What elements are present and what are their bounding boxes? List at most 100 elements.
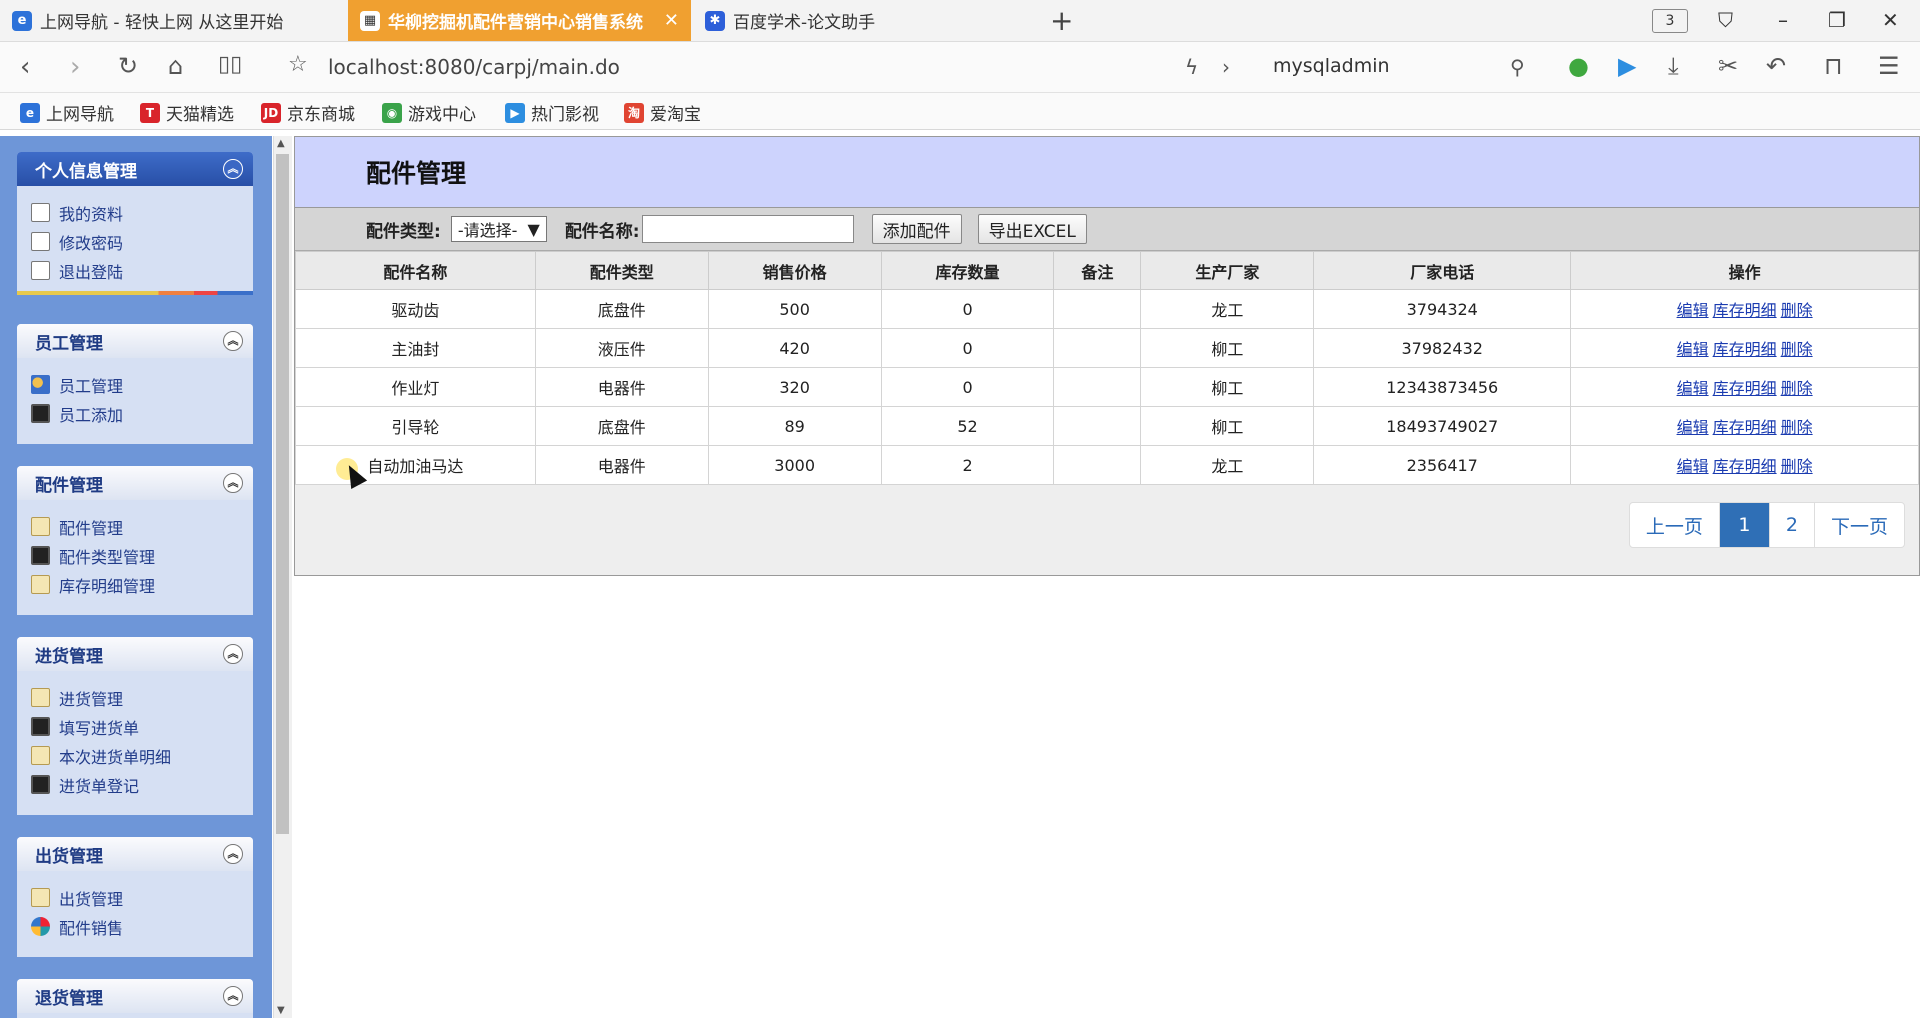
bookmark-star-icon[interactable]: ☆: [288, 52, 308, 77]
new-tab-icon[interactable]: +: [1050, 4, 1073, 37]
nav-purchase-manage[interactable]: 进货管理: [17, 683, 253, 712]
next-page-button[interactable]: 下一页: [1813, 503, 1904, 547]
delete-link[interactable]: 删除: [1781, 418, 1813, 437]
nav-logout[interactable]: 退出登陆: [17, 256, 253, 285]
nav-parts-type[interactable]: 配件类型管理: [17, 541, 253, 570]
nav-stock-detail[interactable]: 库存明细管理: [17, 570, 253, 599]
stock-detail-link[interactable]: 库存明细: [1713, 457, 1777, 476]
tab-count-badge[interactable]: 3: [1652, 9, 1688, 33]
panel-header[interactable]: 员工管理 ︽: [17, 324, 253, 358]
undo-icon[interactable]: ↶: [1766, 52, 1786, 80]
edit-link[interactable]: 编辑: [1677, 418, 1709, 437]
refresh-icon[interactable]: ↻: [118, 52, 138, 80]
lightning-icon[interactable]: ϟ: [1185, 55, 1198, 79]
panel-stripe: [17, 291, 253, 295]
nav-my-profile[interactable]: 我的资料: [17, 198, 253, 227]
edit-link[interactable]: 编辑: [1677, 379, 1709, 398]
collapse-icon[interactable]: ︽: [223, 473, 243, 493]
prev-page-button[interactable]: 上一页: [1630, 503, 1719, 547]
left-frame-scrollbar[interactable]: ▲ ▼: [273, 136, 292, 1018]
edit-link[interactable]: 编辑: [1677, 301, 1709, 320]
bookmark-movies[interactable]: ▶ 热门影视: [505, 100, 599, 125]
parts-name-input[interactable]: [641, 215, 854, 243]
forward-icon[interactable]: ›: [70, 52, 80, 82]
back-icon[interactable]: ‹: [20, 52, 30, 82]
paw-icon: ✱: [705, 10, 725, 31]
edit-link[interactable]: 编辑: [1677, 457, 1709, 476]
tmall-icon: T: [140, 102, 160, 123]
panel-header[interactable]: 出货管理 ︽: [17, 837, 253, 871]
page-2-button[interactable]: 2: [1768, 503, 1814, 547]
panel-header[interactable]: 个人信息管理 ︽: [17, 152, 253, 186]
chevron-right-icon[interactable]: ›: [1222, 55, 1230, 79]
taobao-icon: 淘: [624, 102, 644, 123]
bookmark-aitaobao[interactable]: 淘 爱淘宝: [624, 100, 701, 125]
scroll-down-icon[interactable]: ▼: [277, 1005, 285, 1016]
bookmark-tmall[interactable]: T 天猫精选: [140, 100, 234, 125]
home-icon[interactable]: ⌂: [168, 52, 183, 80]
stock-detail-link[interactable]: 库存明细: [1713, 379, 1777, 398]
tab-baidu-xueshu[interactable]: ✱ 百度学术-论文助手: [693, 0, 1038, 41]
nav-staff-manage[interactable]: 员工管理: [17, 370, 253, 399]
panel-header[interactable]: 退货管理 ︽: [17, 979, 253, 1013]
nav-parts-manage[interactable]: 配件管理: [17, 512, 253, 541]
nav-change-password[interactable]: 修改密码: [17, 227, 253, 256]
nav-purchase-register[interactable]: 进货单登记: [17, 770, 253, 799]
collapse-icon[interactable]: ︽: [223, 644, 243, 664]
collapse-icon[interactable]: ︽: [223, 331, 243, 351]
nav-shipment-manage[interactable]: 出货管理: [17, 883, 253, 912]
table-row: 驱动齿 底盘件 500 0 龙工 3794324 编辑 库存明细 删除: [295, 289, 1919, 329]
edit-link[interactable]: 编辑: [1677, 340, 1709, 359]
wechat-icon[interactable]: ●: [1568, 52, 1589, 80]
tab-active-sales-system[interactable]: ▦ 华柳挖掘机配件营销中心销售系统 ✕: [348, 0, 691, 41]
panel-header[interactable]: 进货管理 ︽: [17, 637, 253, 671]
scissors-icon[interactable]: ✂: [1718, 52, 1738, 80]
url-field[interactable]: localhost:8080/carpj/main.do: [328, 55, 620, 79]
stock-detail-link[interactable]: 库存明细: [1713, 301, 1777, 320]
bag-icon[interactable]: ⊓: [1824, 52, 1843, 80]
add-part-button[interactable]: 添加配件: [871, 214, 962, 244]
stock-detail-link[interactable]: 库存明细: [1713, 418, 1777, 437]
bookmark-shangwang[interactable]: e 上网导航: [20, 100, 114, 125]
clipboard-icon: [31, 517, 50, 536]
panel-parts: 配件管理 ︽ 配件管理 配件类型管理 库存明细管理: [17, 466, 253, 615]
collapse-icon[interactable]: ︽: [223, 844, 243, 864]
nav-parts-sales[interactable]: 配件销售: [17, 912, 253, 941]
search-icon[interactable]: ⚲: [1510, 55, 1525, 79]
clipboard-icon: [31, 575, 50, 594]
table-header-row: 配件名称 配件类型 销售价格 库存数量 备注 生产厂家 厂家电话 操作: [295, 251, 1919, 290]
parts-type-select[interactable]: -请选择- ▼: [450, 216, 547, 242]
play-icon[interactable]: ▶: [1618, 52, 1636, 80]
export-excel-button[interactable]: 导出EXCEL: [977, 214, 1087, 244]
panel-header[interactable]: 配件管理 ︽: [17, 466, 253, 500]
delete-link[interactable]: 删除: [1781, 379, 1813, 398]
collapse-icon[interactable]: ︽: [223, 159, 243, 179]
nav-purchase-fill[interactable]: 填写进货单: [17, 712, 253, 741]
skin-icon[interactable]: ⛉: [1718, 8, 1733, 32]
bookmark-games[interactable]: ◉ 游戏中心: [382, 100, 476, 125]
download-icon[interactable]: ⤓: [1668, 52, 1679, 80]
delete-link[interactable]: 删除: [1781, 457, 1813, 476]
search-input[interactable]: mysqladmin: [1273, 55, 1390, 77]
page-1-button[interactable]: 1: [1718, 503, 1769, 547]
bookmark-jd[interactable]: JD 京东商城: [261, 100, 355, 125]
tab-title: 百度学术-论文助手: [733, 13, 876, 33]
nav-staff-add[interactable]: 员工添加: [17, 399, 253, 428]
close-window-icon[interactable]: ✕: [1882, 8, 1899, 32]
delete-link[interactable]: 删除: [1781, 301, 1813, 320]
col-price: 销售价格: [707, 251, 882, 290]
menu-icon[interactable]: ☰: [1878, 52, 1900, 80]
close-tab-icon[interactable]: ✕: [664, 10, 679, 31]
scroll-up-icon[interactable]: ▲: [277, 138, 285, 149]
nav-purchase-detail[interactable]: 本次进货单明细: [17, 741, 253, 770]
tab-shangwang[interactable]: e 上网导航 - 轻快上网 从这里开始: [0, 0, 345, 41]
stock-detail-link[interactable]: 库存明细: [1713, 340, 1777, 359]
minimize-icon[interactable]: –: [1778, 8, 1788, 32]
collapse-icon[interactable]: ︽: [223, 986, 243, 1006]
col-name: 配件名称: [295, 251, 536, 290]
filter-type-label: 配件类型:: [366, 221, 441, 242]
delete-link[interactable]: 删除: [1781, 340, 1813, 359]
restore-icon[interactable]: ❐: [1828, 8, 1846, 32]
reader-icon[interactable]: ▯▯: [218, 52, 242, 77]
scroll-thumb[interactable]: [276, 154, 289, 834]
